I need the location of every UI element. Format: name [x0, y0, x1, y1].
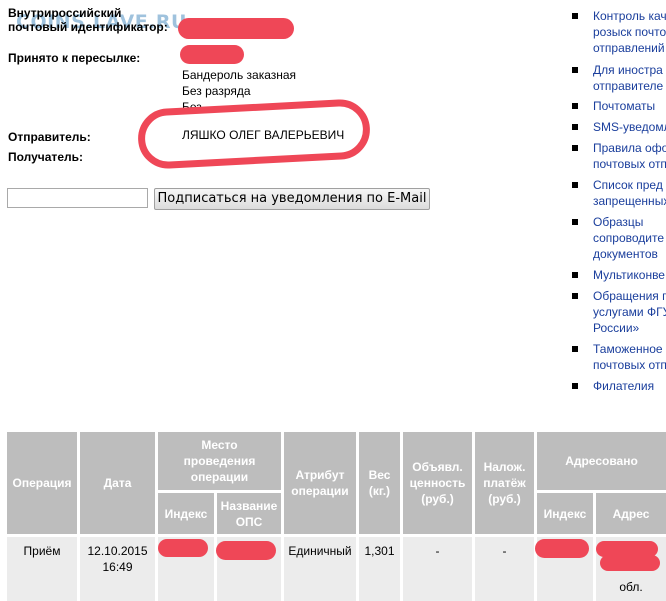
bullet-icon: [572, 103, 578, 109]
col-header-index: Индекс: [158, 493, 214, 534]
sidebar-item-label[interactable]: сопроводите: [593, 230, 664, 246]
col-header-declared-value: Объявл. ценность (руб.): [403, 432, 472, 534]
cell-weight: 1,301: [359, 537, 400, 601]
subscribe-email-button[interactable]: Подписаться на уведомления по E-Mail: [154, 188, 430, 210]
tracking-id-redaction: [178, 18, 294, 39]
sidebar-item-label[interactable]: розыск почтов: [593, 24, 666, 40]
index-redaction: [158, 539, 208, 557]
mail-category: Без разряда: [182, 84, 251, 98]
address-redaction-2: [600, 555, 660, 571]
col-header-weight: Вес (кг.): [359, 432, 400, 534]
bullet-icon: [572, 124, 578, 130]
sidebar-item-label[interactable]: Мультиконве: [593, 267, 665, 283]
sidebar-item-label[interactable]: услугами ФГУ: [593, 304, 666, 320]
col-header-cod: Налож. платёж (руб.): [475, 432, 534, 534]
ops-name-redaction: [216, 541, 276, 560]
accepted-redaction: [180, 45, 244, 64]
sidebar-item-label[interactable]: почтовых отп: [593, 156, 666, 172]
sidebar-item-label[interactable]: запрещенных: [593, 193, 666, 209]
col-header-addr-index: Индекс: [537, 493, 593, 534]
bullet-icon: [572, 346, 578, 352]
mail-type: Бандероль заказная: [182, 68, 297, 82]
sidebar-item-label[interactable]: Филателия: [593, 378, 654, 394]
cell-cod: -: [475, 537, 534, 601]
bullet-icon: [572, 293, 578, 299]
sidebar-item-label[interactable]: Для иностра: [593, 62, 663, 78]
col-header-attribute: Атрибут операции: [284, 432, 356, 534]
col-header-date: Дата: [80, 432, 155, 534]
sidebar-item-label[interactable]: Таможенное: [593, 341, 663, 357]
bullet-icon: [572, 67, 578, 73]
bullet-icon: [572, 13, 578, 19]
sidebar-item-label[interactable]: отправителе: [593, 78, 663, 94]
col-header-ops-name: Название ОПС: [217, 493, 281, 534]
bullet-icon: [572, 272, 578, 278]
recipient-label: Получатель:: [8, 150, 83, 164]
accepted-label: Принято к пересылке:: [8, 51, 141, 65]
sidebar-item-label[interactable]: Список пред: [593, 177, 663, 193]
email-input[interactable]: [7, 188, 148, 208]
cell-address-tail: обл.: [619, 580, 643, 594]
sidebar-item-label[interactable]: SMS-уведомл: [593, 119, 666, 135]
cell-operation: Приём: [7, 537, 77, 601]
sender-label: Отправитель:: [8, 130, 91, 144]
bullet-icon: [572, 383, 578, 389]
col-header-operation: Операция: [7, 432, 77, 534]
sidebar-item-label[interactable]: Почтоматы: [593, 98, 655, 114]
bullet-icon: [572, 219, 578, 225]
col-header-addressed: Адресовано: [537, 432, 666, 490]
tracking-id-label: Внутрироссийский почтовый идентификатор:: [8, 6, 168, 34]
sidebar-item-label[interactable]: Обращения п: [593, 288, 666, 304]
col-header-address: Адрес: [596, 493, 666, 534]
bullet-icon: [572, 182, 578, 188]
sidebar-item-label[interactable]: отправлений: [593, 40, 665, 56]
sidebar-item-label[interactable]: документов: [593, 246, 658, 262]
sidebar-item-label[interactable]: Образцы: [593, 214, 643, 230]
cell-date-time: 16:49: [102, 560, 133, 574]
bullet-icon: [572, 145, 578, 151]
cell-declared-value: -: [403, 537, 472, 601]
operations-table: Операция Дата Место проведения операции …: [7, 432, 666, 601]
sidebar-item-label[interactable]: Контроль кач: [593, 8, 666, 24]
cell-date-day: 12.10.2015: [87, 544, 148, 558]
sidebar-item-label[interactable]: почтовых отп: [593, 357, 666, 373]
sender-name: ЛЯШКО ОЛЕГ ВАЛЕРЬЕВИЧ: [182, 128, 345, 142]
addr-index-redaction: [535, 539, 589, 558]
cell-attribute: Единичный: [284, 537, 356, 601]
sidebar-item-label[interactable]: России»: [593, 320, 639, 336]
sidebar-item-label[interactable]: Правила офо: [593, 140, 666, 156]
col-header-place: Место проведения операции: [158, 432, 281, 490]
cell-date: 12.10.2015 16:49: [80, 537, 155, 601]
